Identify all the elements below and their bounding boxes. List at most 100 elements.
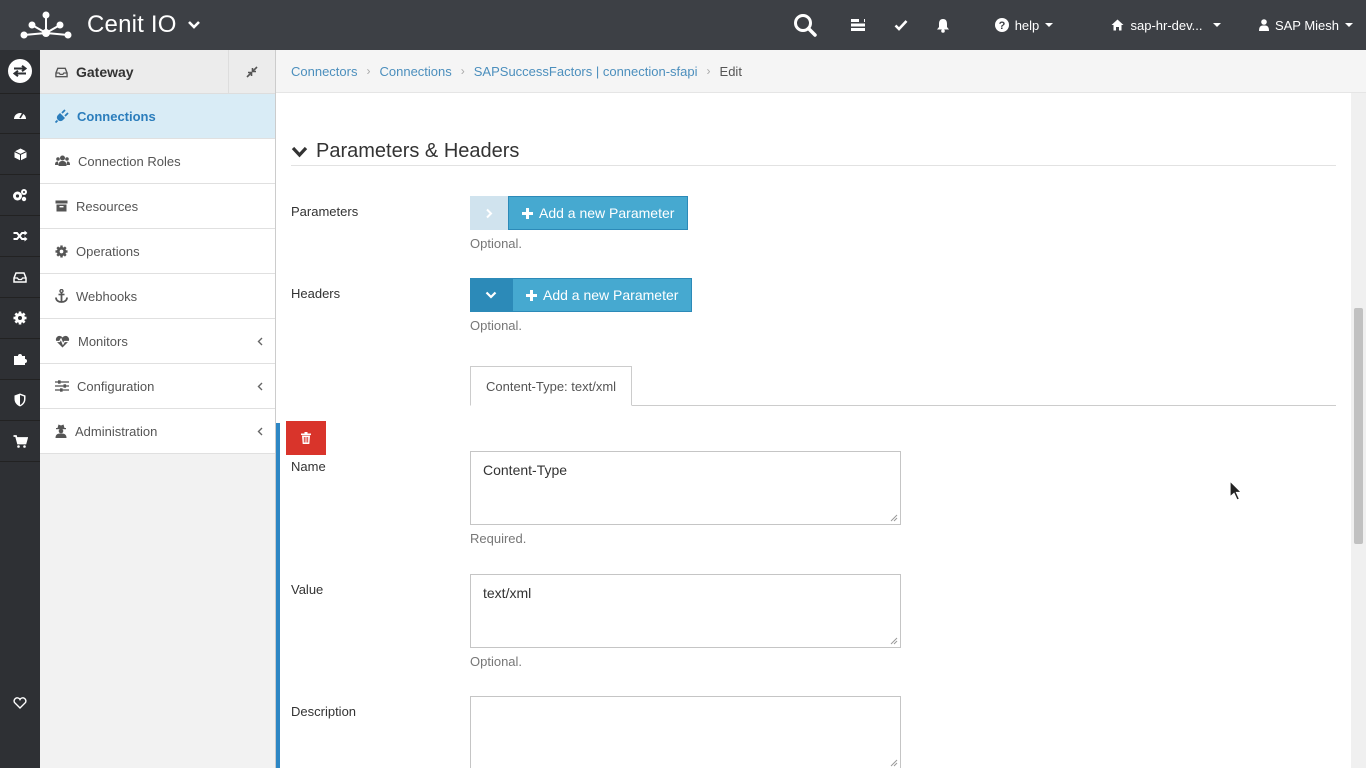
dashboard-module-button[interactable] xyxy=(0,93,40,134)
top-navbar: Cenit IO ? help sap-hr-dev... SAP Miesh xyxy=(0,0,1366,50)
parameters-button-group: Add a new Parameter xyxy=(470,196,689,230)
breadcrumb-separator-icon: › xyxy=(706,64,711,78)
help-menu[interactable]: ? help xyxy=(992,0,1056,50)
brand-name: Cenit IO xyxy=(87,11,177,38)
sidebar-title-label: Gateway xyxy=(76,64,134,80)
resize-grip-icon[interactable] xyxy=(890,759,898,767)
tab-content-type[interactable]: Content-Type: text/xml xyxy=(470,366,633,406)
sidebar-item-monitors[interactable]: Monitors xyxy=(40,319,275,364)
security-module-button[interactable] xyxy=(0,380,40,421)
sidebar-title: Gateway xyxy=(55,50,134,94)
check-icon xyxy=(894,19,908,31)
chevron-down-icon xyxy=(187,20,201,30)
help-label: help xyxy=(1014,17,1040,33)
parameters-help: Optional. xyxy=(470,236,523,251)
breadcrumb-connectors[interactable]: Connectors xyxy=(291,64,357,79)
sidebar-item-resources[interactable]: Resources xyxy=(40,184,275,229)
home-icon xyxy=(1111,19,1124,31)
headers-help: Optional. xyxy=(470,318,523,333)
data-module-button[interactable] xyxy=(0,134,40,175)
store-module-button[interactable] xyxy=(0,421,40,462)
scrollbar-thumb[interactable] xyxy=(1354,308,1363,544)
description-field[interactable] xyxy=(470,696,901,768)
value-field-value: text/xml xyxy=(483,585,532,601)
sidebar-item-label: Monitors xyxy=(78,333,128,349)
exchange-icon xyxy=(13,65,27,77)
logo-icon xyxy=(20,11,72,39)
caret-down-icon xyxy=(1045,23,1054,27)
value-field[interactable]: text/xml xyxy=(470,574,901,648)
header-entry-accent xyxy=(276,423,280,768)
inbox-icon xyxy=(13,271,27,283)
sidebar-item-webhooks[interactable]: Webhooks xyxy=(40,274,275,319)
add-header-button[interactable]: Add a new Parameter xyxy=(512,278,693,312)
gateway-module-item[interactable] xyxy=(0,257,40,298)
compute-module-button[interactable] xyxy=(0,175,40,216)
chevron-right-icon xyxy=(485,208,493,219)
delete-header-button[interactable] xyxy=(286,421,326,455)
chevron-down-icon xyxy=(291,146,316,158)
anchor-icon xyxy=(55,289,68,303)
headers-button-group: Add a new Parameter xyxy=(470,278,693,312)
headers-collapse-button[interactable] xyxy=(470,278,512,312)
sidebar-header: Gateway xyxy=(40,50,275,94)
value-label: Value xyxy=(291,582,324,597)
sidebar-item-label: Configuration xyxy=(77,378,155,394)
name-help: Required. xyxy=(470,531,527,546)
question-icon: ? xyxy=(994,18,1009,32)
header-tabs: Content-Type: text/xml xyxy=(470,366,1336,406)
plug-icon xyxy=(55,109,69,123)
notifications-done-button[interactable] xyxy=(892,0,910,50)
chevron-down-icon xyxy=(485,291,497,299)
workflows-module-button[interactable] xyxy=(0,216,40,257)
sidebar-item-label: Connections xyxy=(77,108,156,124)
sidebar-item-connections[interactable]: Connections xyxy=(40,94,275,139)
breadcrumb-current: Edit xyxy=(719,63,742,79)
main-scrollbar[interactable] xyxy=(1351,93,1366,768)
shield-icon xyxy=(14,393,26,407)
section-divider xyxy=(291,165,1336,166)
name-label: Name xyxy=(291,459,326,474)
favorites-button[interactable] xyxy=(0,682,40,723)
breadcrumb-connection-record[interactable]: SAPSuccessFactors | connection-sfapi xyxy=(474,64,698,79)
search-button[interactable] xyxy=(788,0,822,50)
sliders-icon xyxy=(55,380,69,392)
puzzle-icon xyxy=(13,352,27,366)
tasks-button[interactable] xyxy=(848,0,868,50)
brand-menu[interactable]: Cenit IO xyxy=(20,0,201,50)
notifications-button[interactable] xyxy=(934,0,952,50)
parameters-expand-button[interactable] xyxy=(470,196,508,230)
archive-icon xyxy=(55,200,68,212)
users-icon xyxy=(55,155,70,167)
heart-icon xyxy=(13,696,27,709)
resize-grip-icon[interactable] xyxy=(890,637,898,645)
sidebar-item-operations[interactable]: Operations xyxy=(40,229,275,274)
integrations-module-button[interactable] xyxy=(0,339,40,380)
tasks-icon xyxy=(850,18,866,32)
breadcrumb-connections[interactable]: Connections xyxy=(379,64,451,79)
add-parameter-button[interactable]: Add a new Parameter xyxy=(508,196,689,230)
caret-down-icon xyxy=(1212,23,1221,27)
add-header-label: Add a new Parameter xyxy=(543,287,679,303)
cogs-icon xyxy=(12,188,28,202)
sidebar-item-administration[interactable]: Administration xyxy=(40,409,275,454)
tenant-menu[interactable]: sap-hr-dev... xyxy=(1106,0,1226,50)
user-menu[interactable]: SAP Miesh xyxy=(1256,0,1356,50)
chevron-left-icon xyxy=(257,427,263,436)
parameters-label: Parameters xyxy=(291,204,359,219)
breadcrumb-separator-icon: › xyxy=(366,64,371,78)
section-toggle-parameters-headers[interactable]: Parameters & Headers xyxy=(291,140,519,163)
resize-grip-icon[interactable] xyxy=(890,514,898,522)
user-label: SAP Miesh xyxy=(1274,17,1340,33)
gateway-module-button[interactable] xyxy=(8,59,32,83)
sidebar-item-connection-roles[interactable]: Connection Roles xyxy=(40,139,275,184)
mouse-cursor-icon xyxy=(1229,480,1243,502)
section-title: Parameters & Headers xyxy=(316,140,520,162)
settings-module-button[interactable] xyxy=(0,298,40,339)
sidebar-item-label: Connection Roles xyxy=(78,153,181,169)
chevron-left-icon xyxy=(257,337,263,346)
sidebar-collapse-button[interactable] xyxy=(228,50,275,94)
name-field[interactable]: Content-Type xyxy=(470,451,901,525)
sidebar-item-label: Operations xyxy=(76,243,140,259)
sidebar-item-configuration[interactable]: Configuration xyxy=(40,364,275,409)
